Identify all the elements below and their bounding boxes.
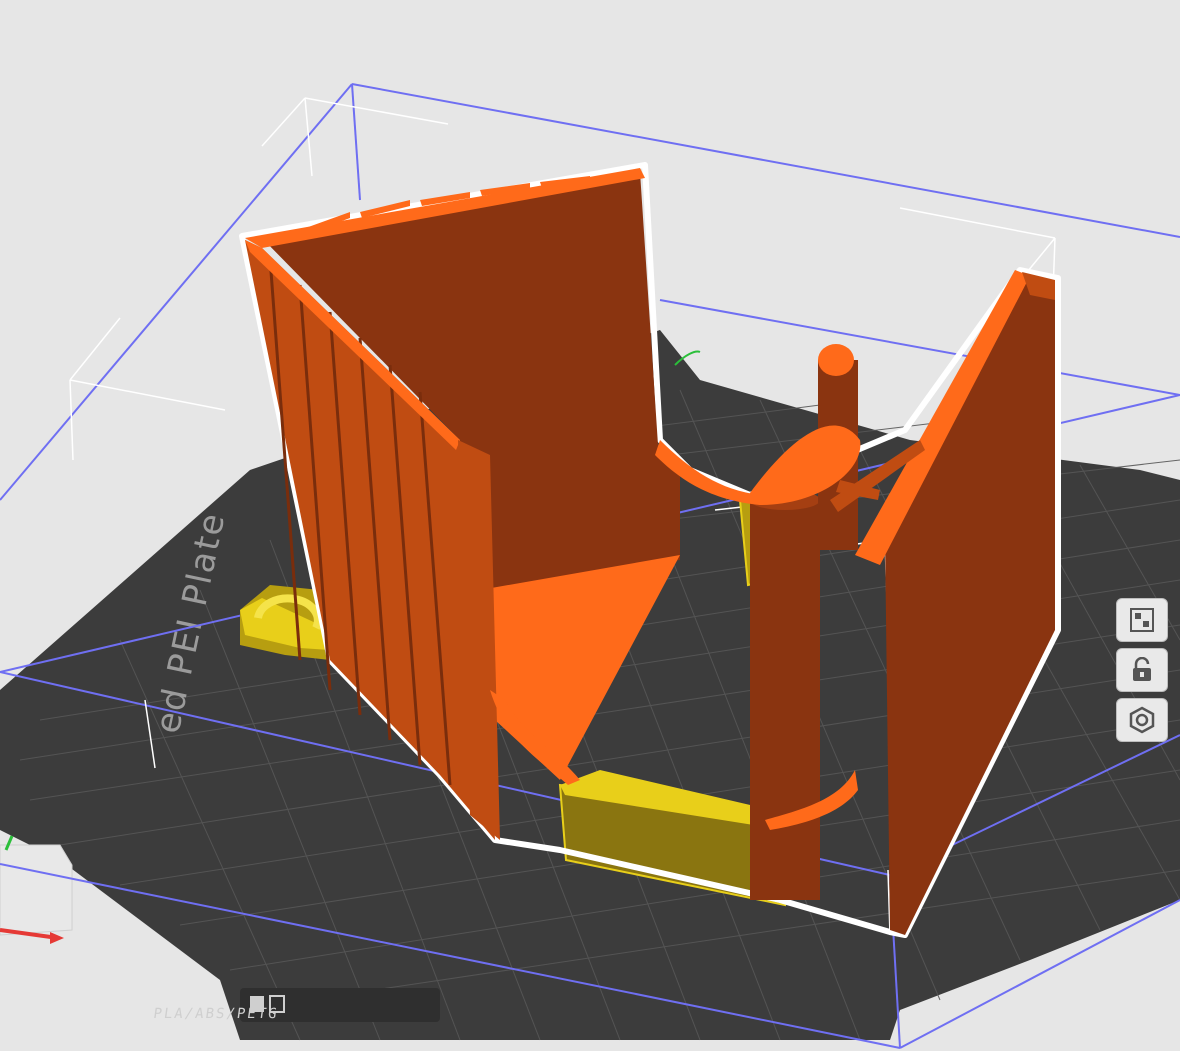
- lock-icon: [1133, 657, 1151, 681]
- lock-button[interactable]: [1116, 648, 1168, 692]
- origin-pad: [0, 844, 73, 936]
- model-name: card holder: [0, 0, 1, 1]
- hex-nut-icon: [1129, 706, 1155, 734]
- x-axis-arrow: [50, 932, 64, 944]
- arrange-button[interactable]: [1116, 598, 1168, 642]
- settings-button[interactable]: [1116, 698, 1168, 742]
- arrange-icon: [1130, 608, 1154, 632]
- scene-canvas[interactable]: ed PEI Plate PLA/ABS/PETG: [0, 0, 1180, 1051]
- filament-compat-label: PLA/ABS/PETG: [152, 1006, 279, 1022]
- 3d-viewport[interactable]: ed PEI Plate PLA/ABS/PETG: [0, 0, 1180, 1051]
